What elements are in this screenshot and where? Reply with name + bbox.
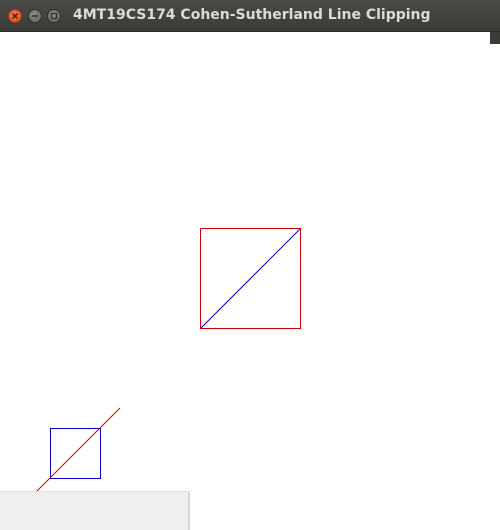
app-window: 4MT19CS174 Cohen-Sutherland Line Clippin… <box>0 0 500 530</box>
corner-block <box>490 32 500 44</box>
drawing-svg <box>9 228 301 519</box>
maximize-icon <box>50 12 58 20</box>
minimize-button[interactable] <box>28 9 42 23</box>
line-after-clipping <box>200 228 301 329</box>
maximize-button[interactable] <box>47 9 61 23</box>
window-title: 4MT19CS174 Cohen-Sutherland Line Clippin… <box>73 7 431 23</box>
bottom-panel <box>0 491 190 530</box>
minimize-icon <box>32 15 38 17</box>
title-bar[interactable]: 4MT19CS174 Cohen-Sutherland Line Clippin… <box>0 0 500 32</box>
close-button[interactable] <box>8 9 22 23</box>
clip-window-before <box>50 428 101 479</box>
close-icon <box>12 13 18 19</box>
drawing-canvas <box>0 0 500 530</box>
